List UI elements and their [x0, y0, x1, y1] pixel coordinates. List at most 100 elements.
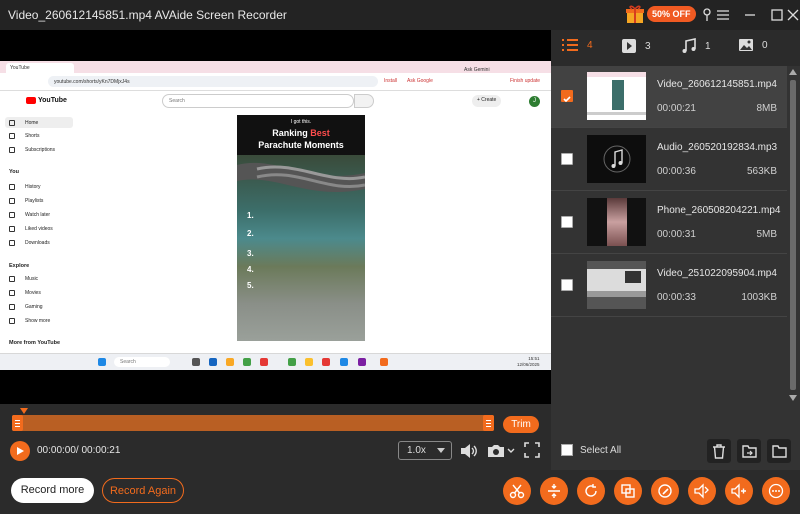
chevron-down-icon[interactable]	[506, 446, 516, 456]
convert-tool-button[interactable]	[688, 477, 716, 505]
trash-icon	[713, 443, 725, 459]
play-icon	[17, 447, 24, 455]
file-thumbnail	[587, 135, 646, 183]
scissors-icon	[509, 484, 525, 499]
volume-boost-tool-button[interactable]	[725, 477, 753, 505]
taskbar-app-icon	[209, 358, 217, 366]
file-list-scrollbar[interactable]	[788, 66, 798, 406]
tab-all[interactable]: 4	[561, 38, 593, 52]
file-duration: 00:00:36	[657, 166, 696, 177]
folder-move-icon	[741, 445, 757, 458]
file-duration: 00:00:21	[657, 103, 696, 114]
chevron-down-icon	[437, 448, 445, 453]
file-checkbox[interactable]	[561, 90, 573, 103]
file-duration: 00:00:33	[657, 292, 696, 303]
close-icon[interactable]	[786, 5, 800, 25]
file-row[interactable]: Audio_260520192834.mp3 00:00:36 563KB	[551, 129, 787, 191]
trim-button[interactable]: Trim	[503, 416, 539, 433]
file-thumbnail	[587, 72, 646, 120]
menu-icon[interactable]	[713, 5, 733, 25]
short-thumbnail-image	[237, 155, 365, 341]
file-thumbnail	[587, 261, 646, 309]
play-button[interactable]	[10, 441, 30, 461]
trim-end-handle[interactable]	[483, 415, 494, 431]
scroll-down-icon	[789, 395, 797, 401]
image-icon	[739, 39, 753, 51]
compress-tool-button[interactable]	[614, 477, 642, 505]
short-rank-2: 2.	[247, 229, 254, 238]
record-more-button[interactable]: Record more	[11, 478, 94, 503]
tab-video[interactable]: 3	[621, 38, 651, 54]
cut-tool-button[interactable]	[503, 477, 531, 505]
edit-icon	[658, 484, 672, 498]
file-row[interactable]: Video_260612145851.mp4 00:00:21 8MB	[551, 66, 787, 128]
record-again-button[interactable]: Record Again	[102, 478, 184, 503]
yt-side-more-header: More from YouTube	[9, 340, 61, 346]
rotate-tool-button[interactable]	[577, 477, 605, 505]
short-rank-3: 3.	[247, 249, 254, 258]
yt-side-movies: Movies	[9, 290, 41, 296]
youtube-short-video: I got this. Ranking Best Parachute Momen…	[237, 115, 365, 341]
youtube-search-button	[354, 94, 374, 108]
fullscreen-icon[interactable]	[523, 441, 541, 459]
playhead-marker[interactable]	[20, 408, 28, 414]
promo-offer[interactable]: 50% OFF	[625, 4, 696, 24]
compress-icon	[621, 484, 635, 498]
more-tools-button[interactable]	[762, 477, 790, 505]
minimize-icon[interactable]	[740, 5, 760, 25]
select-all-checkbox[interactable]: Select All	[561, 444, 621, 456]
list-icon	[562, 39, 578, 51]
finish-update-action: Finish update	[510, 78, 541, 84]
camera-icon[interactable]	[486, 441, 506, 461]
playback-speed-select[interactable]: 1.0x	[398, 441, 452, 460]
taskbar-app-icon	[260, 358, 268, 366]
yt-side-playlists: Playlists	[9, 198, 43, 204]
volume-icon[interactable]	[459, 441, 479, 461]
yt-side-music: Music	[9, 276, 38, 282]
more-icon	[768, 483, 784, 499]
file-checkbox[interactable]	[561, 279, 573, 291]
windows-start-icon	[98, 358, 106, 366]
taskbar-app-icon	[192, 358, 200, 366]
file-row[interactable]: Video_251022095904.mp4 00:00:33 1003KB	[551, 255, 787, 317]
file-name: Video_260612145851.mp4	[657, 79, 777, 90]
file-checkbox[interactable]	[561, 216, 573, 228]
delete-button[interactable]	[707, 439, 731, 463]
yt-side-explore-header: Explore	[9, 263, 30, 269]
window-title: Video_260612145851.mp4 AVAide Screen Rec…	[8, 8, 287, 22]
maximize-icon[interactable]	[767, 5, 787, 25]
taskbar-clock: 15:51 12/06/2025	[517, 356, 540, 367]
tab-image[interactable]: 0	[738, 38, 768, 52]
tab-audio[interactable]: 1	[681, 38, 711, 54]
yt-side-show-more: Show more	[9, 318, 50, 324]
file-row[interactable]: Phone_260508204221.mp4 00:00:31 5MB	[551, 192, 787, 254]
ask-google-action: Ask Google	[407, 78, 433, 84]
file-size: 1003KB	[741, 292, 777, 303]
youtube-sidebar: Home Shorts Subscriptions You History Pl…	[0, 113, 90, 353]
taskbar-app-icon	[358, 358, 366, 366]
scrollbar-thumb[interactable]	[790, 80, 796, 390]
yt-side-watch-later: Watch later	[9, 212, 50, 218]
taskbar-app-icon	[322, 358, 330, 366]
move-file-button[interactable]	[737, 439, 761, 463]
short-title-line1: Ranking Best	[272, 128, 330, 138]
yt-side-you-header: You	[9, 169, 19, 175]
short-rank-4: 4.	[247, 265, 254, 274]
taskbar-app-icon	[380, 358, 388, 366]
gift-icon	[625, 4, 645, 24]
trim-timeline[interactable]	[12, 415, 494, 431]
open-folder-button[interactable]	[767, 439, 791, 463]
trim-start-handle[interactable]	[12, 415, 23, 431]
address-bar: youtube.com/shorts/yKn7DMjxJ4s	[48, 76, 378, 87]
recorded-screen-frame: YouTube youtube.com/shorts/yKn7DMjxJ4s I…	[0, 61, 551, 370]
short-title-line2: Parachute Moments	[258, 140, 344, 150]
select-all-box[interactable]	[561, 444, 573, 456]
edit-tool-button[interactable]	[651, 477, 679, 505]
merge-tool-button[interactable]	[540, 477, 568, 505]
taskbar-app-icon	[288, 358, 296, 366]
file-list: Video_260612145851.mp4 00:00:21 8MB Audi…	[551, 66, 787, 318]
discount-badge: 50% OFF	[647, 6, 696, 22]
windows-taskbar: Search 15:51 12/06/2025	[0, 353, 551, 370]
file-checkbox[interactable]	[561, 153, 573, 165]
volume-boost-icon	[731, 483, 746, 499]
